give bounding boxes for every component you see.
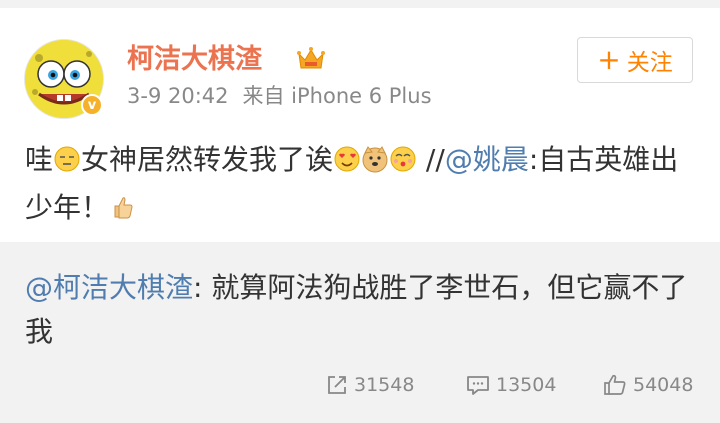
emoji-kiss-icon [390,146,416,172]
like-button[interactable]: 54048 [603,360,693,410]
vip-crown-icon [297,47,325,69]
mention-link[interactable]: @姚晨 [445,143,529,176]
follow-label: 关注 [626,50,673,76]
comment-icon [467,376,489,395]
like-count: 54048 [633,374,694,396]
comment-count: 13504 [496,374,557,396]
action-bar: 31548 13504 54048 [0,360,720,410]
post-source: 来自 iPhone 6 Plus [242,84,432,108]
content-text: 女神居然转发我了诶 [81,143,334,176]
post-timestamp: 3-9 20:42 [127,84,229,108]
repost-button[interactable]: 31548 [326,360,414,410]
post-content: 哇女神居然转发我了诶 //@姚晨:自古英雄出少年！ [25,136,695,232]
emoji-thumbs-up-icon [114,197,133,219]
repost-count: 31548 [354,374,415,396]
content-text: // [417,143,445,176]
like-icon [604,374,626,395]
content-text: 哇 [25,143,54,176]
follow-button[interactable]: + 关注 [577,37,693,83]
top-separator [0,0,720,8]
repost-icon [328,376,346,394]
reposted-mention-link[interactable]: @柯洁大棋渣 [25,271,193,304]
emoji-doge-icon [362,146,388,173]
reposted-text: @柯洁大棋渣: 就算阿法狗战胜了李世石，但它赢不了我 [25,266,695,354]
post-meta: 3-9 20:42 来自 iPhone 6 Plus [127,80,432,112]
emoji-heart-eyes-icon [334,146,360,172]
plus-icon: + [597,43,621,76]
verified-badge-icon: v [81,94,103,116]
comment-button[interactable]: 13504 [466,360,556,410]
username[interactable]: 柯洁大棋渣 [127,40,262,80]
emoji-shy-icon [54,146,80,172]
